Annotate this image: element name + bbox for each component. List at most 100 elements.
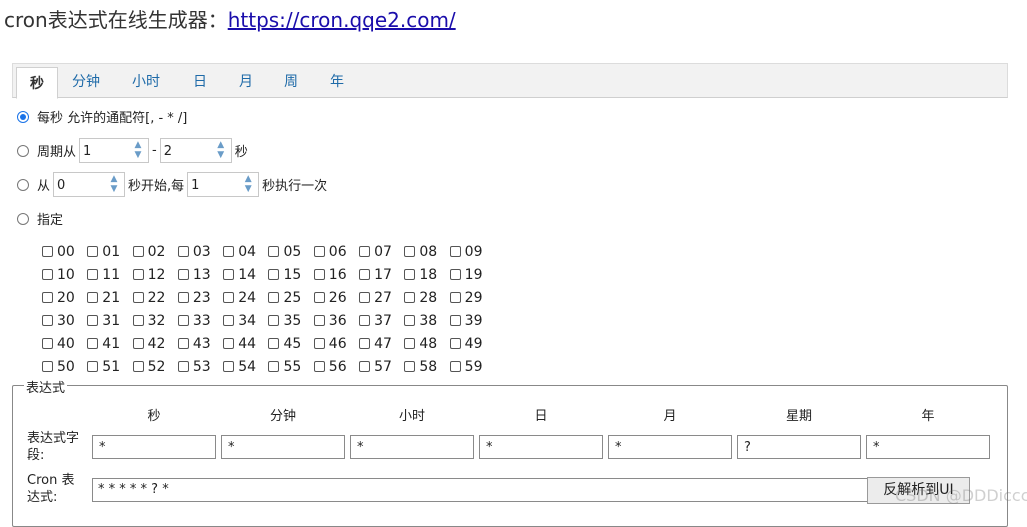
checkbox[interactable] (268, 292, 280, 303)
checkbox[interactable] (449, 338, 461, 349)
second-checkbox-item[interactable]: 18 (404, 267, 449, 283)
second-checkbox-item[interactable]: 58 (404, 359, 449, 375)
checkbox[interactable] (87, 315, 99, 326)
second-checkbox-item[interactable]: 45 (268, 336, 313, 352)
tab-day[interactable]: 日 (193, 64, 207, 97)
checkbox[interactable] (223, 292, 235, 303)
second-checkbox-item[interactable]: 33 (177, 313, 223, 329)
checkbox[interactable] (177, 269, 189, 280)
step-value-stepper[interactable]: 1 ▲ ▼ (187, 172, 260, 197)
second-checkbox-item[interactable]: 10 (42, 267, 87, 283)
checkbox[interactable] (313, 315, 325, 326)
second-checkbox-item[interactable]: 43 (177, 336, 223, 352)
checkbox[interactable] (177, 246, 189, 257)
checkbox[interactable] (313, 292, 325, 303)
start-value-stepper[interactable]: 0 ▲ ▼ (53, 172, 126, 197)
field-hour[interactable]: * (350, 435, 474, 459)
tab-month[interactable]: 月 (239, 64, 253, 97)
checkbox[interactable] (87, 246, 99, 257)
second-checkbox-item[interactable]: 21 (87, 290, 132, 306)
checkbox[interactable] (42, 315, 53, 326)
second-checkbox-item[interactable]: 24 (223, 290, 268, 306)
second-checkbox-item[interactable]: 40 (42, 336, 87, 352)
checkbox[interactable] (177, 338, 189, 349)
field-minute[interactable]: * (221, 435, 345, 459)
checkbox[interactable] (359, 315, 371, 326)
second-checkbox-item[interactable]: 53 (177, 359, 223, 375)
checkbox[interactable] (359, 338, 371, 349)
second-checkbox-item[interactable]: 37 (359, 313, 404, 329)
second-checkbox-item[interactable]: 54 (223, 359, 268, 375)
checkbox[interactable] (449, 315, 461, 326)
second-checkbox-item[interactable]: 44 (223, 336, 268, 352)
checkbox[interactable] (132, 246, 144, 257)
checkbox[interactable] (223, 269, 235, 280)
checkbox[interactable] (223, 315, 235, 326)
second-checkbox-item[interactable]: 11 (87, 267, 132, 283)
checkbox[interactable] (404, 246, 416, 257)
second-checkbox-item[interactable]: 12 (132, 267, 178, 283)
second-checkbox-item[interactable]: 42 (132, 336, 178, 352)
second-checkbox-item[interactable]: 49 (449, 336, 495, 352)
checkbox[interactable] (268, 246, 280, 257)
second-checkbox-item[interactable]: 29 (449, 290, 495, 306)
checkbox[interactable] (359, 246, 371, 257)
checkbox[interactable] (42, 361, 53, 372)
stepper-arrows-icon[interactable]: ▲ ▼ (213, 140, 229, 161)
checkbox[interactable] (449, 269, 461, 280)
checkbox[interactable] (404, 269, 416, 280)
second-checkbox-item[interactable]: 38 (404, 313, 449, 329)
checkbox[interactable] (404, 315, 416, 326)
second-checkbox-item[interactable]: 26 (313, 290, 359, 306)
field-second[interactable]: * (92, 435, 216, 459)
checkbox[interactable] (177, 361, 189, 372)
checkbox[interactable] (223, 338, 235, 349)
checkbox[interactable] (87, 292, 99, 303)
second-checkbox-item[interactable]: 04 (223, 244, 268, 260)
second-checkbox-item[interactable]: 03 (177, 244, 223, 260)
second-checkbox-item[interactable]: 56 (313, 359, 359, 375)
checkbox[interactable] (359, 292, 371, 303)
second-checkbox-item[interactable]: 13 (177, 267, 223, 283)
second-checkbox-item[interactable]: 51 (87, 359, 132, 375)
site-link[interactable]: https://cron.qqe2.com/ (228, 8, 456, 32)
checkbox[interactable] (449, 361, 461, 372)
second-checkbox-item[interactable]: 20 (42, 290, 87, 306)
checkbox[interactable] (177, 315, 189, 326)
second-checkbox-item[interactable]: 46 (313, 336, 359, 352)
checkbox[interactable] (404, 361, 416, 372)
checkbox[interactable] (313, 338, 325, 349)
second-checkbox-item[interactable]: 02 (132, 244, 178, 260)
checkbox[interactable] (42, 338, 53, 349)
second-checkbox-item[interactable]: 17 (359, 267, 404, 283)
second-checkbox-item[interactable]: 15 (268, 267, 313, 283)
second-checkbox-item[interactable]: 09 (449, 244, 495, 260)
second-checkbox-item[interactable]: 52 (132, 359, 178, 375)
checkbox[interactable] (223, 246, 235, 257)
checkbox[interactable] (313, 246, 325, 257)
period-to-stepper[interactable]: 2 ▲ ▼ (159, 138, 232, 163)
checkbox[interactable] (268, 338, 280, 349)
second-checkbox-item[interactable]: 39 (449, 313, 495, 329)
checkbox[interactable] (132, 361, 144, 372)
field-weekday[interactable]: ? (737, 435, 861, 459)
checkbox[interactable] (449, 292, 461, 303)
tab-minutes[interactable]: 分钟 (72, 64, 100, 97)
second-checkbox-item[interactable]: 06 (313, 244, 359, 260)
checkbox[interactable] (223, 361, 235, 372)
stepper-arrows-icon[interactable]: ▲ ▼ (106, 174, 122, 195)
checkbox[interactable] (268, 269, 280, 280)
radio-specify[interactable] (17, 212, 29, 225)
checkbox[interactable] (313, 361, 325, 372)
second-checkbox-item[interactable]: 31 (87, 313, 132, 329)
second-checkbox-item[interactable]: 50 (42, 359, 87, 375)
checkbox[interactable] (359, 269, 371, 280)
tab-hours[interactable]: 小时 (132, 64, 160, 97)
radio-start[interactable] (17, 178, 29, 191)
option-specify[interactable]: 指定 (17, 209, 63, 228)
second-checkbox-item[interactable]: 35 (268, 313, 313, 329)
tab-week[interactable]: 周 (284, 64, 298, 97)
option-period[interactable]: 周期从 1 ▲ ▼ - 2 ▲ ▼ 秒 (17, 138, 248, 163)
checkbox[interactable] (132, 292, 144, 303)
checkbox[interactable] (132, 315, 144, 326)
